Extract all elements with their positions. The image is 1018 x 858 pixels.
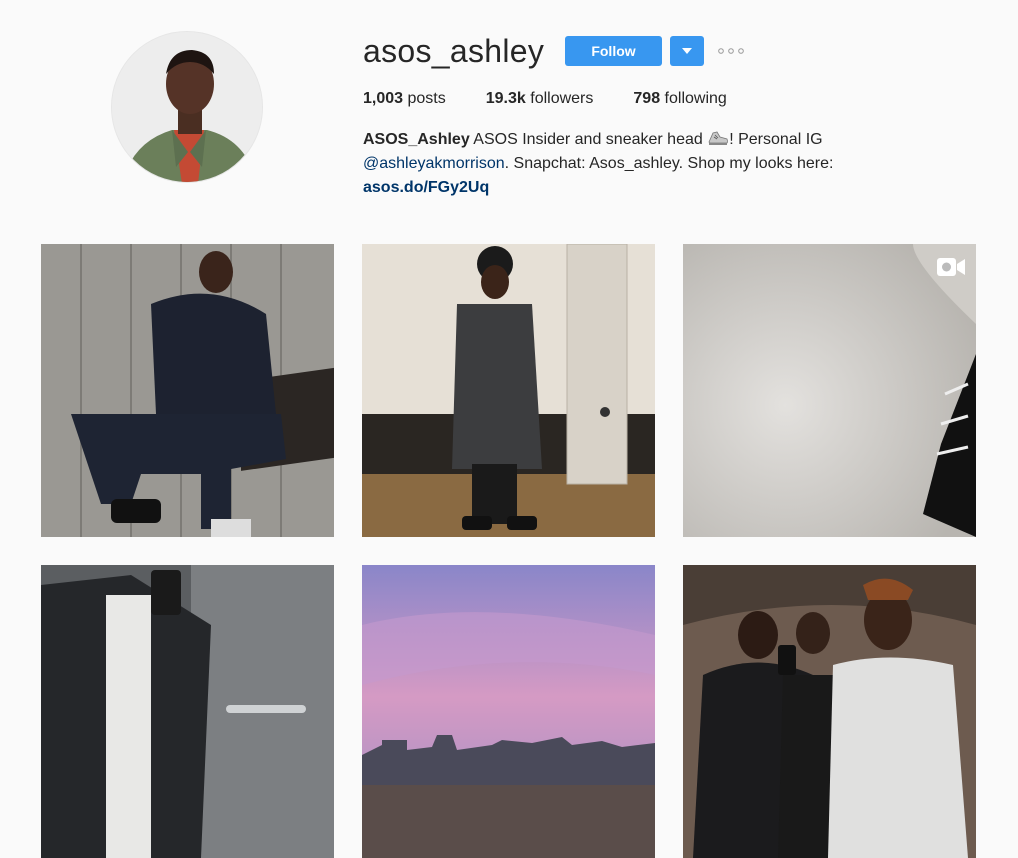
follow-button[interactable]: Follow xyxy=(565,36,662,66)
post-thumbnail-video[interactable] xyxy=(683,244,976,537)
bio-text-3: . Snapchat: Asos_ashley. Shop my looks h… xyxy=(504,155,834,172)
bio-mention-link[interactable]: @ashleyakmorrison xyxy=(363,155,505,172)
post-image xyxy=(41,244,334,537)
posts-label: posts xyxy=(407,90,446,107)
more-options-button[interactable] xyxy=(716,40,746,62)
video-camera-icon xyxy=(937,258,965,276)
profile-username: asos_ashley xyxy=(363,33,545,69)
post-thumbnail[interactable] xyxy=(41,565,334,858)
following-stat[interactable]: 798 following xyxy=(633,89,726,109)
followers-count: 19.3k xyxy=(485,90,526,107)
avatar-image xyxy=(112,32,262,182)
sneaker-emoji-icon xyxy=(708,131,729,145)
post-thumbnail[interactable] xyxy=(683,565,976,858)
profile-avatar[interactable] xyxy=(111,31,263,183)
ellipsis-icon xyxy=(718,48,744,54)
caret-down-icon xyxy=(682,48,692,54)
followers-label: followers xyxy=(530,90,594,107)
followers-stat[interactable]: 19.3k followers xyxy=(486,89,594,109)
bio-website-link[interactable]: asos.do/FGy2Uq xyxy=(363,179,489,196)
post-image xyxy=(683,565,976,858)
bio-full-name: ASOS_Ashley xyxy=(363,131,470,148)
post-thumbnail[interactable] xyxy=(41,244,334,537)
posts-stat: 1,003 posts xyxy=(363,89,446,109)
bio-text-2: ! Personal IG xyxy=(729,131,823,148)
post-image xyxy=(41,565,334,858)
posts-count: 1,003 xyxy=(363,90,404,107)
bio-text-1: ASOS Insider and sneaker head xyxy=(473,131,703,148)
post-image xyxy=(362,244,655,537)
post-thumbnail[interactable] xyxy=(362,244,655,537)
post-image xyxy=(362,565,655,858)
suggestions-dropdown-button[interactable] xyxy=(670,36,704,66)
following-label: following xyxy=(664,90,727,107)
post-image xyxy=(683,244,976,537)
following-count: 798 xyxy=(633,90,661,107)
profile-stats: 1,003 posts 19.3k followers 798 followin… xyxy=(363,89,767,109)
profile-bio: ASOS_Ashley ASOS Insider and sneaker hea… xyxy=(363,128,883,200)
post-thumbnail[interactable] xyxy=(362,565,655,858)
